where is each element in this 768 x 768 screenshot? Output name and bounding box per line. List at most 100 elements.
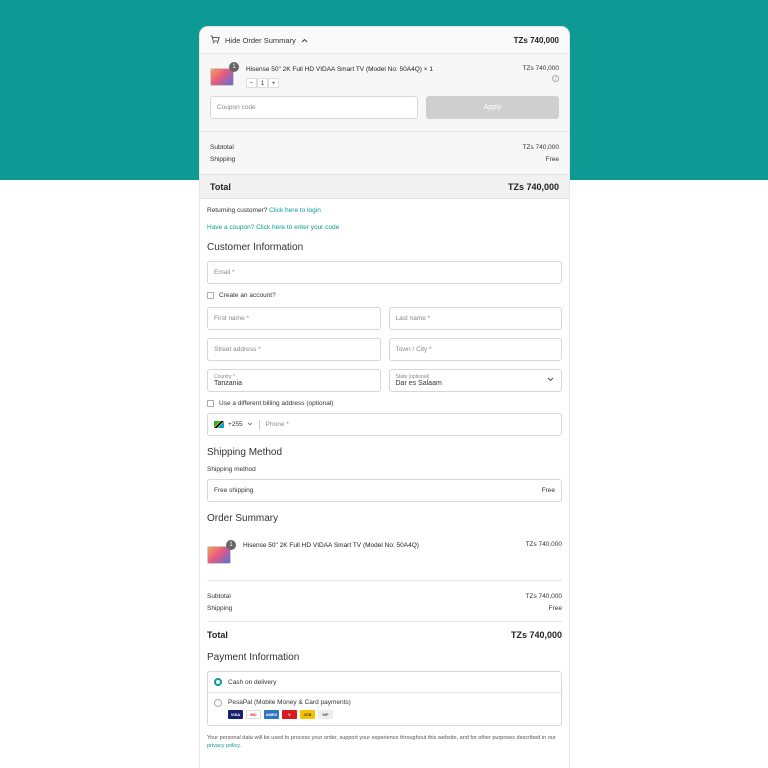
os-shipping-value: Free bbox=[548, 605, 562, 612]
order-summary-subtotals: Subtotal TZs 740,000 Shipping Free bbox=[207, 581, 562, 622]
subtotal-label: Subtotal bbox=[210, 144, 234, 151]
coupon-input[interactable]: Coupon code bbox=[210, 96, 418, 119]
shipping-method-title: Shipping Method bbox=[207, 447, 283, 458]
total-value: TZs 740,000 bbox=[507, 181, 559, 192]
product-info: Hisense 50" 2K Full HD VIDAA Smart TV (M… bbox=[246, 65, 523, 88]
mastercard-logo-icon: MC bbox=[246, 710, 261, 719]
checkout-form: Returning customer? Click here to login … bbox=[200, 207, 569, 750]
town-city-field[interactable]: Town / City * bbox=[388, 338, 562, 361]
info-icon[interactable]: i bbox=[552, 75, 559, 82]
os-shipping-label: Shipping bbox=[207, 605, 233, 612]
toggle-left: Hide Order Summary bbox=[210, 35, 308, 46]
shipping-option-name: Free shipping bbox=[214, 487, 254, 494]
visa-logo-icon: VISA bbox=[228, 710, 243, 719]
privacy-policy-link[interactable]: privacy policy. bbox=[207, 743, 241, 749]
os-subtotal-row: Subtotal TZs 740,000 bbox=[207, 591, 562, 603]
address-row: Street address * Town / City * bbox=[207, 338, 562, 361]
street-address-field[interactable]: Street address * bbox=[207, 338, 381, 361]
cod-label: Cash on delivery bbox=[228, 678, 277, 686]
os-total-value: TZs 740,000 bbox=[510, 630, 562, 640]
region-row: Country * Tanzania State (optional) Dar … bbox=[207, 369, 562, 392]
create-account-checkbox[interactable] bbox=[207, 292, 214, 299]
email-field[interactable]: Email * bbox=[207, 261, 562, 284]
pesapal-radio[interactable] bbox=[214, 699, 222, 707]
order-summary-title: Order Summary bbox=[207, 513, 279, 524]
checkout-card: Hide Order Summary TZs 740,000 1 Hisense… bbox=[199, 26, 570, 768]
subtotal-row: Subtotal TZs 740,000 bbox=[210, 142, 559, 154]
create-account-row[interactable]: Create an account? bbox=[207, 292, 562, 299]
payment-option-pesapal[interactable]: PesaPal (Mobile Money & Card payments) V… bbox=[208, 692, 561, 725]
payment-option-cod[interactable]: Cash on delivery bbox=[208, 672, 561, 692]
customer-info-title: Customer Information bbox=[207, 242, 304, 253]
toggle-label: Hide Order Summary bbox=[225, 35, 296, 45]
order-product-name: Hisense 50" 2K Full HD VIDAA Smart TV (M… bbox=[243, 542, 419, 549]
hide-order-summary-toggle[interactable]: Hide Order Summary TZs 740,000 bbox=[200, 27, 569, 54]
decrease-qty-button[interactable]: − bbox=[246, 78, 257, 88]
chevron-down-icon[interactable] bbox=[247, 421, 253, 428]
increase-qty-button[interactable]: + bbox=[268, 78, 279, 88]
order-product-price: TZs 740,000 bbox=[525, 541, 563, 548]
create-account-label: Create an account? bbox=[219, 292, 276, 299]
phone-field[interactable]: +255 Phone * bbox=[207, 413, 562, 436]
coupon-row: Coupon code Apply bbox=[200, 96, 569, 131]
total-label: Total bbox=[210, 181, 231, 192]
product-name: Hisense 50" 2K Full HD VIDAA Smart TV (M… bbox=[246, 66, 433, 73]
phone-divider bbox=[258, 419, 260, 430]
returning-customer: Returning customer? Click here to login bbox=[207, 207, 562, 214]
quantity-stepper: − 1 + bbox=[246, 78, 523, 88]
card-logos: VISA MC AMEX V JCB MP bbox=[228, 710, 351, 719]
cod-radio[interactable] bbox=[214, 678, 222, 686]
order-summary-collapsible: Hide Order Summary TZs 740,000 1 Hisense… bbox=[200, 27, 569, 174]
quantity-badge: 1 bbox=[226, 540, 236, 550]
state-select[interactable]: State (optional) Dar es Salaam bbox=[388, 369, 562, 392]
first-name-field[interactable]: First name * bbox=[207, 307, 381, 330]
shipping-label: Shipping bbox=[210, 156, 236, 163]
jcb-logo-icon: JCB bbox=[300, 710, 315, 719]
product-thumbnail: 1 bbox=[207, 540, 236, 564]
summary-total: TZs 740,000 bbox=[513, 35, 559, 45]
os-subtotal-label: Subtotal bbox=[207, 593, 231, 600]
shipping-value: Free bbox=[545, 156, 559, 163]
summary-subtotals: Subtotal TZs 740,000 Shipping Free bbox=[200, 131, 569, 174]
country-value: Tanzania bbox=[214, 380, 243, 387]
os-shipping-row: Shipping Free bbox=[207, 603, 562, 615]
last-name-field[interactable]: Last name * bbox=[388, 307, 562, 330]
vodacom-logo-icon: V bbox=[282, 710, 297, 719]
different-billing-checkbox[interactable] bbox=[207, 400, 214, 407]
pesapal-label: PesaPal (Mobile Money & Card payments) bbox=[228, 699, 351, 706]
quantity-badge: 1 bbox=[229, 62, 239, 72]
subtotal-value: TZs 740,000 bbox=[522, 144, 560, 151]
login-link[interactable]: Click here to login bbox=[269, 207, 321, 214]
apply-coupon-button[interactable]: Apply bbox=[426, 96, 559, 119]
different-billing-label: Use a different billing address (optiona… bbox=[219, 400, 334, 407]
cart-icon bbox=[210, 35, 220, 46]
country-field[interactable]: Country * Tanzania bbox=[207, 369, 381, 392]
pesapal-info: PesaPal (Mobile Money & Card payments) V… bbox=[228, 699, 351, 719]
os-subtotal-value: TZs 740,000 bbox=[525, 593, 563, 600]
summary-product-row: 1 Hisense 50" 2K Full HD VIDAA Smart TV … bbox=[200, 54, 569, 96]
payment-info-title: Payment Information bbox=[207, 652, 300, 663]
shipping-option-value: Free bbox=[541, 487, 555, 494]
shipping-option[interactable]: Free shipping Free bbox=[207, 479, 562, 502]
name-row: First name * Last name * bbox=[207, 307, 562, 330]
shipping-row: Shipping Free bbox=[210, 154, 559, 166]
order-total-row: Total TZs 740,000 bbox=[207, 622, 562, 650]
os-total-label: Total bbox=[207, 630, 228, 640]
phone-placeholder[interactable]: Phone * bbox=[266, 421, 289, 428]
order-summary-item: 1 Hisense 50" 2K Full HD VIDAA Smart TV … bbox=[207, 532, 562, 581]
privacy-notice: Your personal data will be used to proce… bbox=[207, 734, 562, 750]
product-thumbnail: 1 bbox=[210, 62, 239, 86]
qty-value[interactable]: 1 bbox=[257, 78, 268, 88]
summary-total-bar: Total TZs 740,000 bbox=[200, 174, 569, 199]
phone-code[interactable]: +255 bbox=[228, 421, 243, 428]
chevron-down-icon bbox=[547, 377, 554, 384]
chevron-up-icon bbox=[301, 36, 308, 45]
payment-options: Cash on delivery PesaPal (Mobile Money &… bbox=[207, 671, 562, 726]
different-billing-row[interactable]: Use a different billing address (optiona… bbox=[207, 400, 562, 407]
privacy-text: Your personal data will be used to proce… bbox=[207, 735, 556, 741]
state-value: Dar es Salaam bbox=[395, 380, 442, 387]
shipping-method-label: Shipping method bbox=[207, 466, 256, 473]
tanzania-flag-icon bbox=[214, 421, 224, 428]
coupon-link[interactable]: Have a coupon? Click here to enter your … bbox=[207, 224, 562, 231]
returning-prefix: Returning customer? bbox=[207, 207, 268, 214]
